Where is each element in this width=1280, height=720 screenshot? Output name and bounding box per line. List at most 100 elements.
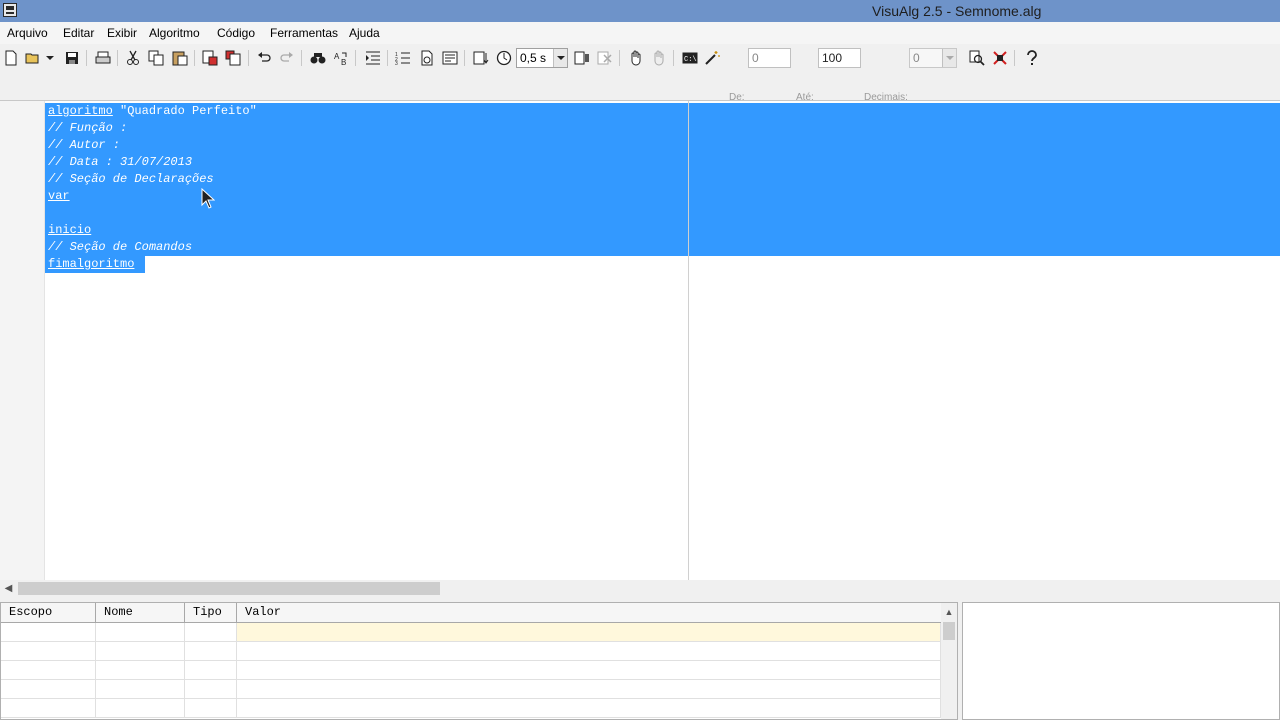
table-cell-nome[interactable] <box>96 680 185 698</box>
table-cell-escopo[interactable] <box>1 642 96 660</box>
keyword: fimalgoritmo <box>48 257 135 271</box>
table-cell-tipo[interactable] <box>185 680 237 698</box>
scroll-left-icon[interactable]: ◀ <box>0 580 17 597</box>
decimais-select[interactable]: 0 <box>909 48 957 68</box>
menu-codigo[interactable]: Código <box>217 26 255 40</box>
table-row[interactable] <box>1 699 941 718</box>
table-cell-escopo[interactable] <box>1 680 96 698</box>
speed-select[interactable]: 0,5 s <box>516 48 568 68</box>
variables-panel: Escopo Nome Tipo Valor ▲ <box>0 602 958 720</box>
table-cell-escopo[interactable] <box>1 699 96 717</box>
table-cell-valor[interactable] <box>237 699 941 717</box>
numbering-icon[interactable]: 123 <box>394 49 412 67</box>
table-row[interactable] <box>1 642 941 661</box>
table-cell-valor[interactable] <box>237 661 941 679</box>
column-tipo[interactable]: Tipo <box>185 603 237 622</box>
undo-icon[interactable] <box>255 49 273 67</box>
redo-icon[interactable] <box>278 49 296 67</box>
paste-icon[interactable] <box>171 49 189 67</box>
debug-icon[interactable] <box>991 49 1009 67</box>
table-row[interactable] <box>1 623 941 642</box>
toolbar-separator <box>117 50 118 66</box>
menu-algoritmo[interactable]: Algoritmo <box>149 26 200 40</box>
open-folder-icon[interactable] <box>24 49 42 67</box>
table-cell-nome[interactable] <box>96 642 185 660</box>
table-cell-tipo[interactable] <box>185 623 237 641</box>
help-icon[interactable] <box>1023 49 1041 67</box>
format-icon[interactable] <box>441 49 459 67</box>
timer-icon[interactable] <box>495 49 513 67</box>
editor-gutter[interactable] <box>0 101 45 580</box>
hand-off-icon[interactable] <box>650 49 668 67</box>
menu-arquivo[interactable]: Arquivo <box>7 26 48 40</box>
code-editor[interactable]: algoritmo "Quadrado Perfeito" // Função … <box>0 100 1280 580</box>
ate-input[interactable]: 100 <box>818 48 861 68</box>
watch-icon[interactable] <box>573 49 591 67</box>
table-cell-escopo[interactable] <box>1 623 96 641</box>
toolbar-separator <box>464 50 465 66</box>
open-dropdown-icon[interactable] <box>44 49 56 67</box>
code-line[interactable]: // Seção de Comandos <box>48 239 192 256</box>
menu-editar[interactable]: Editar <box>63 26 94 40</box>
app-icon[interactable] <box>3 3 17 17</box>
menu-ferramentas[interactable]: Ferramentas <box>270 26 338 40</box>
code-line[interactable]: // Autor : <box>48 137 120 154</box>
save-icon[interactable] <box>63 49 81 67</box>
table-cell-nome[interactable] <box>96 699 185 717</box>
new-file-icon[interactable] <box>2 49 20 67</box>
column-nome[interactable]: Nome <box>96 603 185 622</box>
code-line[interactable]: var <box>48 188 70 205</box>
horizontal-scrollbar[interactable]: ◀ <box>0 580 1280 597</box>
svg-text:C:\: C:\ <box>684 56 697 64</box>
window-title: VisuAlg 2.5 - Semnome.alg <box>872 3 1042 19</box>
table-cell-valor[interactable] <box>237 642 941 660</box>
vertical-scrollbar[interactable]: ▲ <box>941 603 957 719</box>
export-icon[interactable] <box>201 49 219 67</box>
magic-wand-icon[interactable] <box>703 49 721 67</box>
document-icon[interactable] <box>418 49 436 67</box>
chevron-down-icon[interactable] <box>942 49 956 67</box>
de-input[interactable]: 0 <box>748 48 791 68</box>
code-line[interactable]: inicio <box>48 222 91 239</box>
code-line[interactable]: algoritmo "Quadrado Perfeito" <box>48 103 257 120</box>
console-icon[interactable]: C:\ <box>681 49 699 67</box>
table-cell-tipo[interactable] <box>185 699 237 717</box>
menu-exibir[interactable]: Exibir <box>107 26 137 40</box>
table-row[interactable] <box>1 661 941 680</box>
menu-ajuda[interactable]: Ajuda <box>349 26 380 40</box>
stop-icon[interactable] <box>596 49 614 67</box>
table-cell-tipo[interactable] <box>185 642 237 660</box>
replace-icon[interactable]: AB <box>332 49 350 67</box>
toolbar-separator <box>301 50 302 66</box>
table-cell-valor[interactable] <box>237 623 941 641</box>
copy-icon[interactable] <box>147 49 165 67</box>
hand-icon[interactable] <box>627 49 645 67</box>
code-line[interactable]: // Seção de Declarações <box>48 171 214 188</box>
print-icon[interactable] <box>94 49 112 67</box>
decimais-value: 0 <box>913 51 920 65</box>
svg-text:B: B <box>341 58 346 66</box>
zoom-icon[interactable] <box>968 49 986 67</box>
indent-icon[interactable] <box>364 49 382 67</box>
keyword: inicio <box>48 223 92 237</box>
step-icon[interactable] <box>472 49 490 67</box>
import-icon[interactable] <box>224 49 242 67</box>
table-row[interactable] <box>1 680 941 699</box>
code-line[interactable]: // Data : 31/07/2013 <box>48 154 192 171</box>
table-cell-valor[interactable] <box>237 680 941 698</box>
scrollbar-thumb[interactable] <box>18 582 440 595</box>
scrollbar-thumb[interactable] <box>943 622 955 640</box>
chevron-down-icon[interactable] <box>553 49 567 67</box>
find-icon[interactable] <box>309 49 327 67</box>
code-line[interactable]: fimalgoritmo <box>48 256 134 273</box>
scroll-up-icon[interactable]: ▲ <box>941 603 957 620</box>
table-cell-nome[interactable] <box>96 661 185 679</box>
table-cell-tipo[interactable] <box>185 661 237 679</box>
table-cell-nome[interactable] <box>96 623 185 641</box>
table-cell-escopo[interactable] <box>1 661 96 679</box>
column-escopo[interactable]: Escopo <box>1 603 96 622</box>
cut-icon[interactable] <box>124 49 142 67</box>
output-panel[interactable] <box>962 602 1280 720</box>
column-valor[interactable]: Valor <box>237 603 941 622</box>
code-line[interactable]: // Função : <box>48 120 127 137</box>
